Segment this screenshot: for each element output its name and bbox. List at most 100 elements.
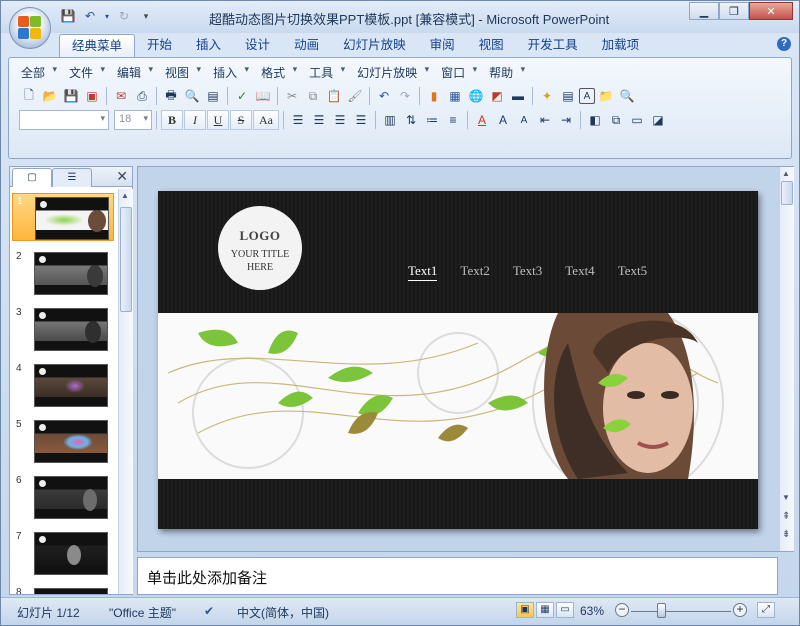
slide-thumbnail[interactable]: 2	[12, 249, 114, 297]
zoom-slider-thumb[interactable]	[657, 603, 666, 618]
folder-icon[interactable]: 📁	[596, 86, 616, 106]
bullets-icon[interactable]: ≡	[443, 110, 463, 130]
permission-icon[interactable]: ▣	[82, 86, 102, 106]
align-center-icon[interactable]: ☰	[309, 110, 329, 130]
slideshow-button[interactable]: ▭	[556, 602, 574, 618]
table-icon[interactable]: ▦	[445, 86, 465, 106]
spelling-icon[interactable]: ✓	[232, 86, 252, 106]
grow-font-icon[interactable]: A	[493, 110, 513, 130]
close-pane-icon[interactable]: ✕	[116, 168, 128, 185]
minimize-button[interactable]: ▁	[689, 2, 719, 20]
new-slide-icon[interactable]: ✦	[537, 86, 557, 106]
change-case-button[interactable]: Aa	[253, 110, 279, 130]
slide-nav-item[interactable]: Text3	[513, 263, 542, 281]
tab-outline[interactable]: ☰	[52, 168, 92, 187]
redo-icon[interactable]: ↷	[395, 86, 415, 106]
zoom-slider-track[interactable]	[631, 611, 731, 612]
cut-icon[interactable]: ✂	[282, 86, 302, 106]
slide-scrollbar[interactable]: ▲ ▼ ⇞ ⇟	[779, 167, 794, 551]
zoom-out-icon[interactable]: −	[615, 603, 629, 617]
slide-sorter-button[interactable]: ▦	[536, 602, 554, 618]
menu-window[interactable]: 窗口	[439, 64, 477, 81]
preview-icon[interactable]: 🔍	[182, 86, 202, 106]
open-icon[interactable]: 📂	[40, 86, 60, 106]
menu-help[interactable]: 帮助	[487, 64, 525, 81]
decrease-indent-icon[interactable]: ⇤	[535, 110, 555, 130]
save-icon[interactable]: 💾	[61, 86, 81, 106]
align-right-icon[interactable]: ☰	[330, 110, 350, 130]
previous-slide-icon[interactable]: ⇞	[782, 511, 790, 522]
slide-nav-item[interactable]: Text2	[460, 263, 489, 281]
chart-icon[interactable]: ▮	[424, 86, 444, 106]
tab-insert[interactable]: 插入	[184, 34, 233, 58]
shapes-icon[interactable]: ◧	[585, 110, 605, 130]
menu-view[interactable]: 视图	[163, 64, 201, 81]
align-left-icon[interactable]: ☰	[288, 110, 308, 130]
current-slide[interactable]: LOGO YOUR TITLE HERE Text1 Text2 Text3 Te…	[158, 191, 758, 529]
menu-file[interactable]: 文件	[67, 64, 105, 81]
print-preview-icon[interactable]: ⎙	[132, 86, 152, 106]
page-setup-icon[interactable]: ▤	[203, 86, 223, 106]
email-icon[interactable]: ✉	[111, 86, 131, 106]
shape-fill-icon[interactable]: ◪	[648, 110, 668, 130]
zoom-level[interactable]: 63%	[580, 604, 604, 618]
quick-styles-icon[interactable]: ▭	[627, 110, 647, 130]
spelling-check-icon[interactable]: ✔	[204, 604, 214, 618]
normal-view-button[interactable]: ▣	[516, 602, 534, 618]
slide-thumbnail[interactable]: 8	[12, 585, 114, 594]
justify-icon[interactable]: ☰	[351, 110, 371, 130]
menu-edit[interactable]: 编辑	[115, 64, 153, 81]
scroll-down-icon[interactable]: ▼	[782, 493, 790, 502]
menu-insert[interactable]: 插入	[211, 64, 249, 81]
tab-home[interactable]: 开始	[135, 34, 184, 58]
underline-button[interactable]: U	[207, 110, 229, 130]
bold-button[interactable]: B	[161, 110, 183, 130]
numbering-icon[interactable]: ≔	[422, 110, 442, 130]
tab-view[interactable]: 视图	[467, 34, 516, 58]
find-icon[interactable]: 🔍	[617, 86, 637, 106]
slide-thumbnail[interactable]: 6	[12, 473, 114, 521]
tab-developer[interactable]: 开发工具	[516, 34, 590, 58]
arrange-icon[interactable]: ⧉	[606, 110, 626, 130]
print-icon[interactable]: 🖶	[161, 86, 181, 106]
office-button[interactable]	[9, 7, 51, 49]
textbox-icon[interactable]: A	[579, 88, 595, 104]
tab-classic-menu[interactable]: 经典菜单	[59, 34, 136, 58]
save-icon[interactable]: 💾	[59, 8, 77, 24]
menu-all[interactable]: 全部	[19, 64, 57, 81]
notes-pane[interactable]: 单击此处添加备注	[137, 557, 778, 595]
menu-slideshow[interactable]: 幻灯片放映	[355, 64, 429, 81]
text-direction-icon[interactable]: ⇅	[401, 110, 421, 130]
columns-icon[interactable]: ▥	[380, 110, 400, 130]
increase-indent-icon[interactable]: ⇥	[556, 110, 576, 130]
undo-dropdown-icon[interactable]: ▾	[103, 8, 111, 24]
tab-addins[interactable]: 加载项	[590, 34, 652, 58]
format-painter-icon[interactable]: 🖌	[345, 86, 365, 106]
layout-icon[interactable]: ▤	[558, 86, 578, 106]
new-icon[interactable]: 🗋	[19, 86, 39, 106]
slide-thumbnail[interactable]: 3	[12, 305, 114, 353]
font-name-combo[interactable]	[19, 110, 109, 130]
slide-thumbnail[interactable]: 7	[12, 529, 114, 577]
slide-nav-item[interactable]: Text4	[565, 263, 594, 281]
tab-slideshow[interactable]: 幻灯片放映	[331, 34, 418, 58]
close-button[interactable]: ✕	[749, 2, 793, 20]
font-size-combo[interactable]: 18	[114, 110, 152, 130]
slides-pane-scrollbar[interactable]: ▲	[118, 189, 133, 594]
scroll-up-icon[interactable]: ▲	[782, 169, 790, 178]
color-grayscale-icon[interactable]: ◩	[487, 86, 507, 106]
zoom-in-icon[interactable]: +	[733, 603, 747, 617]
maximize-button[interactable]: ❐	[719, 2, 749, 20]
help-icon[interactable]: ?	[777, 37, 791, 51]
menu-format[interactable]: 格式	[259, 64, 297, 81]
language-indicator[interactable]: 中文(简体，中国)	[237, 604, 329, 621]
fit-to-window-icon[interactable]: ⤢	[757, 602, 775, 618]
customize-qat-icon[interactable]: ▾	[137, 8, 155, 24]
line-style-icon[interactable]: ▬	[508, 86, 528, 106]
slide-thumbnail[interactable]: 5	[12, 417, 114, 465]
logo-circle[interactable]: LOGO YOUR TITLE HERE	[218, 206, 302, 290]
next-slide-icon[interactable]: ⇟	[782, 529, 790, 540]
tab-review[interactable]: 审阅	[418, 34, 467, 58]
slide-thumbnail[interactable]: 1	[12, 193, 114, 241]
paste-icon[interactable]: 📋	[324, 86, 344, 106]
